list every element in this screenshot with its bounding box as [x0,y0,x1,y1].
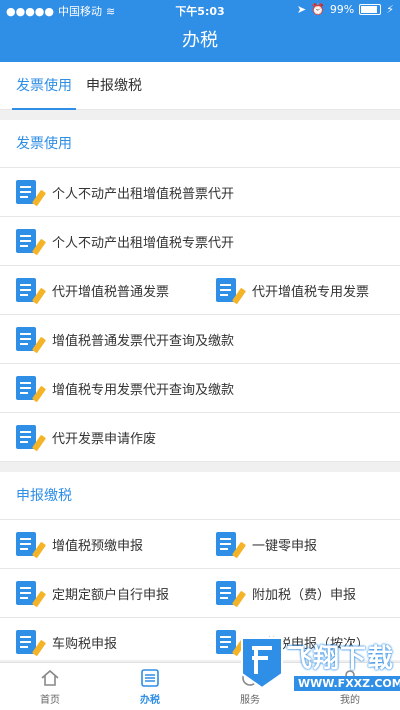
section-title: 发票使用 [0,120,400,168]
menu-item-label: 定期定额户自行申报 [52,587,170,603]
menu-item[interactable]: 增值税专用发票代开查询及缴款 [0,364,400,412]
section-gap [0,462,400,472]
menu-item-label: 个人不动产出租增值税专票代开 [52,235,235,251]
menu-item-label: 个人不动产出租增值税普票代开 [52,186,235,202]
document-edit-icon [16,276,47,305]
alarm-icon: ⏰ [311,3,325,16]
section-0: 发票使用 个人不动产出租增值税普票代开 个人不动产出租增值税专票代开 代开增值税普通发… [0,120,400,462]
document-edit-icon [16,325,47,354]
menu-item-label: 代开增值税普通发票 [52,284,170,300]
nav-bar: 办税 [0,20,400,62]
battery-percent: 99% [329,3,355,16]
menu-item-label: 代开增值税专用发票 [252,284,370,300]
menu-item[interactable]: 个人不动产出租增值税专票代开 [0,217,400,265]
document-edit-icon [216,530,247,559]
menu-item[interactable]: 附加税（费）申报 [200,569,400,617]
menu-item-label: 增值税预缴申报 [52,538,144,554]
document-edit-icon [216,579,247,608]
menu-row: 代开发票申请作废 [0,413,400,462]
tabbar-label: 首页 [40,694,60,706]
home-icon [41,669,59,686]
menu-row: 定期定额户自行申报 附加税（费）申报 [0,569,400,618]
location-icon: ➤ [296,3,307,16]
menu-item-label: 增值税普通发票代开查询及缴款 [52,333,235,349]
menu-row: 代开增值税普通发票 代开增值税专用发票 [0,266,400,315]
status-bar: ●●●●● 中国移动 ≋ 下午5:03 ➤ ⏰ 99% ⚡ [0,0,400,20]
page-title: 办税 [182,30,218,51]
list-icon [141,668,159,687]
menu-item[interactable]: 定期定额户自行申报 [0,569,200,617]
document-edit-icon [16,227,47,256]
menu-item-label: 车购税申报 [52,636,118,652]
menu-item[interactable]: 增值税普通发票代开查询及缴款 [0,315,400,363]
watermark-text: 飞翔下载 [286,644,395,674]
watermark-logo: 飞翔下载 WWW.FXXZ.COM [234,630,400,702]
menu-row: 增值税专用发票代开查询及缴款 [0,364,400,413]
top-tabs: 发票使用 申报缴税 [0,62,400,110]
document-edit-icon [16,530,47,559]
menu-item[interactable]: 增值税预缴申报 [0,520,200,568]
watermark-url: WWW.FXXZ.COM [294,676,400,691]
menu-row: 个人不动产出租增值税普票代开 [0,168,400,217]
menu-row: 个人不动产出租增值税专票代开 [0,217,400,266]
main-content[interactable]: 发票使用 个人不动产出租增值税普票代开 个人不动产出租增值税专票代开 代开增值税普通发… [0,120,400,660]
document-edit-icon [16,374,47,403]
tab-declare-pay[interactable]: 申报缴税 [86,62,142,110]
menu-item-label: 附加税（费）申报 [252,587,357,603]
menu-item[interactable]: 一键零申报 [200,520,400,568]
menu-item[interactable]: 代开增值税普通发票 [0,266,200,314]
tabbar-label: 办税 [140,694,160,706]
charging-icon: ⚡ [386,3,394,16]
menu-row: 增值税预缴申报 一键零申报 [0,520,400,569]
document-edit-icon [16,628,47,657]
tab-invoice-use[interactable]: 发票使用 [12,62,76,110]
menu-item[interactable]: 代开增值税专用发票 [200,266,400,314]
tabbar-tax[interactable]: 办税 [100,663,200,710]
menu-row: 增值税普通发票代开查询及缴款 [0,315,400,364]
document-edit-icon [16,423,47,452]
menu-item[interactable]: 代开发票申请作废 [0,413,400,461]
menu-item-label: 一键零申报 [252,538,318,554]
battery-icon [359,4,382,15]
menu-item-label: 代开发票申请作废 [52,431,157,447]
menu-item[interactable]: 个人不动产出租增值税普票代开 [0,168,400,216]
section-title: 申报缴税 [0,472,400,520]
tabbar-home[interactable]: 首页 [0,663,100,710]
document-edit-icon [16,579,47,608]
document-edit-icon [216,276,247,305]
menu-item[interactable]: 车购税申报 [0,618,200,660]
watermark-emblem-icon [241,637,283,690]
menu-item-label: 增值税专用发票代开查询及缴款 [52,382,235,398]
document-edit-icon [16,178,47,207]
